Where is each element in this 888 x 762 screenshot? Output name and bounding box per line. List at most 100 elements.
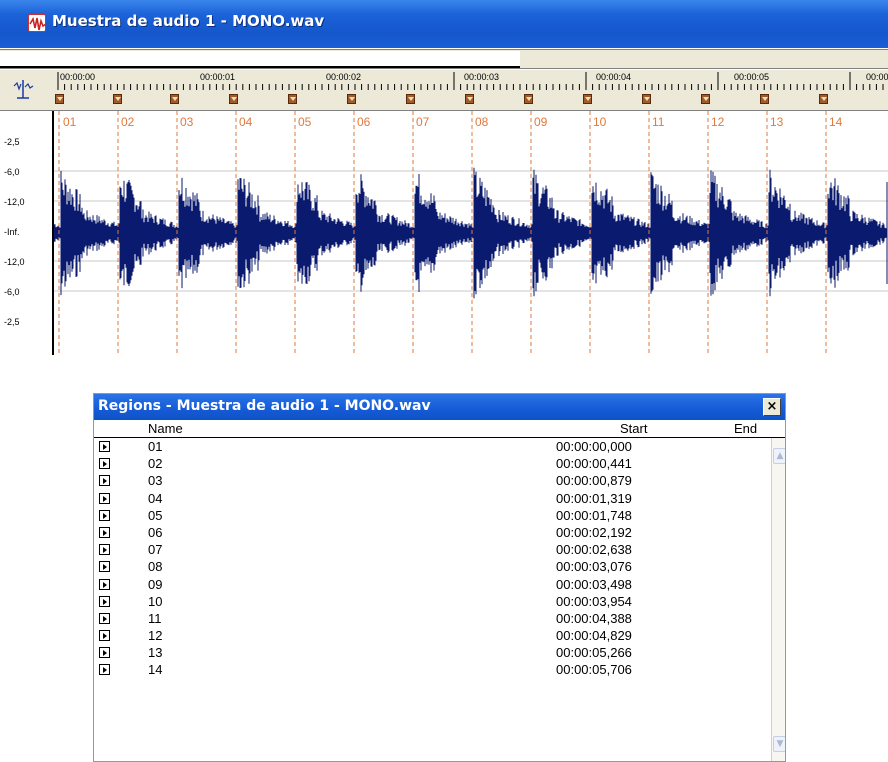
- list-item[interactable]: 13 00:00:05,266: [94, 645, 774, 662]
- region-start: 00:00:00,441: [556, 456, 632, 472]
- region-marker-flag[interactable]: [288, 94, 297, 104]
- list-item[interactable]: 04 00:00:01,319: [94, 491, 774, 508]
- region-name: 10: [148, 593, 163, 609]
- list-item[interactable]: 02 00:00:00,441: [94, 456, 774, 473]
- regions-window: Regions - Muestra de audio 1 - MONO.wav …: [93, 393, 786, 762]
- region-label: 08: [475, 115, 489, 129]
- ruler-marker-icon[interactable]: [12, 78, 34, 100]
- time-tick-label: 00:00:01: [200, 72, 236, 82]
- audio-window: Muestra de audio 1 - MONO.wav 00:00:00 0…: [0, 0, 888, 355]
- db-label: -12,0: [4, 257, 25, 267]
- vertical-scrollbar[interactable]: ▲ ▼: [771, 438, 785, 761]
- play-icon[interactable]: [99, 578, 110, 590]
- time-ruler[interactable]: 00:00:00 00:00:01 00:00:02 00:00:03 00:0…: [0, 70, 888, 110]
- region-name: 03: [148, 473, 163, 489]
- list-item[interactable]: 10 00:00:03,954: [94, 594, 774, 611]
- play-icon[interactable]: [99, 458, 110, 470]
- list-item[interactable]: 11 00:00:04,388: [94, 611, 774, 628]
- region-marker-flag[interactable]: [406, 94, 415, 104]
- list-header: Name Start End: [94, 420, 785, 438]
- time-tick-label: 00:00: [866, 72, 888, 82]
- region-marker-flag[interactable]: [55, 94, 64, 104]
- time-tick-label: 00:00:03: [464, 72, 500, 82]
- region-start: 00:00:00,879: [556, 473, 632, 489]
- list-item[interactable]: 07 00:00:02,638: [94, 542, 774, 559]
- regions-titlebar[interactable]: Regions - Muestra de audio 1 - MONO.wav …: [94, 394, 785, 420]
- play-icon[interactable]: [99, 544, 110, 556]
- region-name: 07: [148, 542, 163, 558]
- region-marker-flag[interactable]: [170, 94, 179, 104]
- list-item[interactable]: 06 00:00:02,192: [94, 525, 774, 542]
- region-name: 01: [148, 439, 163, 454]
- region-label: 09: [534, 115, 548, 129]
- play-icon[interactable]: [99, 492, 110, 504]
- region-marker-flag[interactable]: [642, 94, 651, 104]
- region-marker-flag[interactable]: [701, 94, 710, 104]
- play-icon[interactable]: [99, 561, 110, 573]
- region-start: 00:00:01,319: [556, 490, 632, 506]
- audio-wave-icon: [28, 14, 47, 32]
- column-header-start[interactable]: Start: [620, 421, 647, 436]
- list-item[interactable]: 01 00:00:00,000: [94, 439, 774, 456]
- play-icon[interactable]: [99, 630, 110, 642]
- play-icon[interactable]: [99, 595, 110, 607]
- time-tick-label: 00:00:02: [326, 72, 362, 82]
- ruler-area[interactable]: 00:00:00 00:00:01 00:00:02 00:00:03 00:0…: [54, 70, 888, 110]
- play-icon[interactable]: [99, 509, 110, 521]
- region-label: 11: [652, 115, 665, 129]
- audio-window-title: Muestra de audio 1 - MONO.wav: [52, 12, 325, 30]
- region-label: 04: [239, 115, 253, 129]
- overview-bar[interactable]: [0, 49, 888, 69]
- region-label: 12: [711, 115, 725, 129]
- region-marker-flag[interactable]: [113, 94, 122, 104]
- region-start: 00:00:03,076: [556, 559, 632, 575]
- region-name: 11: [148, 610, 162, 626]
- region-start: 00:00:04,388: [556, 610, 632, 626]
- play-icon[interactable]: [99, 475, 110, 487]
- list-item[interactable]: 09 00:00:03,498: [94, 577, 774, 594]
- region-name: 02: [148, 456, 163, 472]
- region-marker-flag[interactable]: [524, 94, 533, 104]
- list-item[interactable]: 12 00:00:04,829: [94, 628, 774, 645]
- region-start: 00:00:02,192: [556, 524, 632, 540]
- play-icon[interactable]: [99, 612, 110, 624]
- region-marker-flag[interactable]: [819, 94, 828, 104]
- time-tick-label: 00:00:00: [60, 72, 96, 82]
- db-label: -6,0: [4, 167, 20, 177]
- region-label: 10: [593, 115, 607, 129]
- region-marker-flag[interactable]: [760, 94, 769, 104]
- db-label: -Inf.: [4, 227, 20, 237]
- region-marker-flag[interactable]: [229, 94, 238, 104]
- scroll-down-icon[interactable]: ▼: [773, 736, 785, 752]
- db-label: -2,5: [4, 317, 20, 327]
- audio-titlebar[interactable]: Muestra de audio 1 - MONO.wav: [0, 0, 888, 48]
- waveform-area[interactable]: -2,5 -6,0 -12,0 -Inf. -12,0 -6,0 -2,5 01…: [0, 110, 888, 355]
- region-marker-flag[interactable]: [583, 94, 592, 104]
- play-icon[interactable]: [99, 647, 110, 659]
- list-item[interactable]: 05 00:00:01,748: [94, 508, 774, 525]
- list-item[interactable]: 03 00:00:00,879: [94, 473, 774, 490]
- list-item[interactable]: 08 00:00:03,076: [94, 559, 774, 576]
- waveform[interactable]: [54, 111, 888, 355]
- region-name: 13: [148, 645, 163, 661]
- play-icon[interactable]: [99, 526, 110, 538]
- region-start: 00:00:05,266: [556, 645, 632, 661]
- close-button[interactable]: ×: [763, 398, 781, 416]
- region-start: 00:00:00,000: [556, 439, 632, 454]
- column-header-end[interactable]: End: [734, 421, 757, 436]
- region-start: 00:00:02,638: [556, 542, 632, 558]
- scroll-up-icon[interactable]: ▲: [773, 448, 785, 464]
- overview-thumb[interactable]: [0, 51, 520, 68]
- region-start: 00:00:01,748: [556, 507, 632, 523]
- region-marker-flag[interactable]: [465, 94, 474, 104]
- region-marker-flag[interactable]: [347, 94, 356, 104]
- list-item[interactable]: 14 00:00:05,706: [94, 662, 774, 679]
- column-header-name[interactable]: Name: [148, 421, 183, 436]
- region-name: 12: [148, 628, 163, 644]
- waveform-path: [54, 167, 888, 299]
- region-name: 08: [148, 559, 163, 575]
- play-icon[interactable]: [99, 441, 110, 452]
- region-start: 00:00:04,829: [556, 628, 632, 644]
- region-start: 00:00:03,954: [556, 593, 632, 609]
- play-icon[interactable]: [99, 664, 110, 676]
